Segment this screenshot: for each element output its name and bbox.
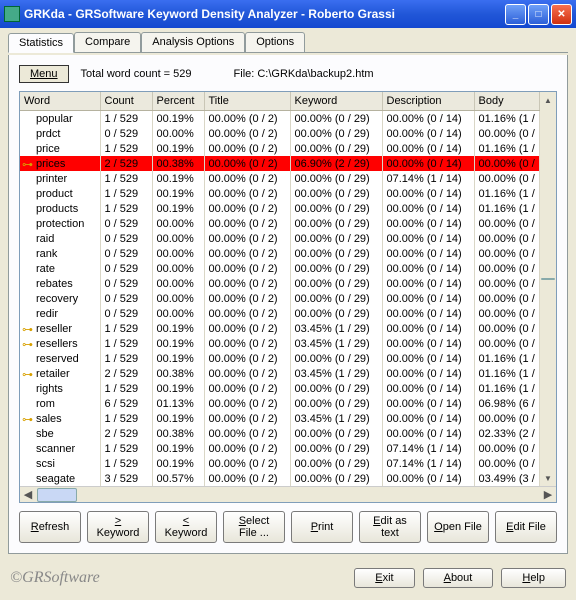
table-row[interactable]: redir0 / 52900.00%00.00% (0 / 2)00.00% (…	[20, 306, 540, 321]
table-row[interactable]: scanner1 / 52900.19%00.00% (0 / 2)00.00%…	[20, 441, 540, 456]
print-button[interactable]: Print	[291, 511, 353, 543]
table-row[interactable]: rank0 / 52900.00%00.00% (0 / 2)00.00% (0…	[20, 246, 540, 261]
table-row[interactable]: rebates0 / 52900.00%00.00% (0 / 2)00.00%…	[20, 276, 540, 291]
-keyword-button[interactable]: > Keyword	[87, 511, 149, 543]
table-row[interactable]: seagate3 / 52900.57%00.00% (0 / 2)00.00%…	[20, 471, 540, 486]
edit-as-text-button[interactable]: Edit as text	[359, 511, 421, 543]
exit-button[interactable]: Exit	[354, 568, 414, 588]
tab-analysis-options[interactable]: Analysis Options	[141, 32, 245, 52]
word-cell: printer	[20, 171, 100, 186]
table-row[interactable]: rom6 / 52901.13%00.00% (0 / 2)00.00% (0 …	[20, 396, 540, 411]
table-row[interactable]: reserved1 / 52900.19%00.00% (0 / 2)00.00…	[20, 351, 540, 366]
open-file-button[interactable]: Open File	[427, 511, 489, 543]
key-icon: ⊶	[22, 338, 33, 351]
table-row[interactable]: printer1 / 52900.19%00.00% (0 / 2)00.00%…	[20, 171, 540, 186]
table-row[interactable]: ⊶reseller1 / 52900.19%00.00% (0 / 2)03.4…	[20, 321, 540, 336]
word-cell: sbe	[20, 426, 100, 441]
word-cell: redir	[20, 306, 100, 321]
word-cell: products	[20, 201, 100, 216]
col-body[interactable]: Body	[474, 92, 540, 111]
tab-compare[interactable]: Compare	[74, 32, 141, 52]
maximize-button[interactable]: □	[528, 4, 549, 25]
word-cell: rom	[20, 396, 100, 411]
word-cell: ⊶resellers	[20, 336, 100, 351]
word-cell: ⊶prices	[20, 156, 100, 171]
table-row[interactable]: ⊶prices2 / 52900.38%00.00% (0 / 2)06.90%…	[20, 156, 540, 171]
word-cell: rebates	[20, 276, 100, 291]
word-cell: rights	[20, 381, 100, 396]
word-cell: ⊶sales	[20, 411, 100, 426]
word-cell: seagate	[20, 471, 100, 486]
table-row[interactable]: scsi1 / 52900.19%00.00% (0 / 2)00.00% (0…	[20, 456, 540, 471]
word-cell: rank	[20, 246, 100, 261]
wordcount-label: Total word count = 529	[81, 68, 192, 80]
word-cell: protection	[20, 216, 100, 231]
word-cell: scsi	[20, 456, 100, 471]
word-cell: rate	[20, 261, 100, 276]
file-label: File: C:\GRKda\backup2.htm	[234, 68, 374, 80]
edit-file-button[interactable]: Edit File	[495, 511, 557, 543]
minimize-button[interactable]: _	[505, 4, 526, 25]
col-description[interactable]: Description	[382, 92, 474, 111]
key-icon: ⊶	[22, 323, 33, 336]
help-button[interactable]: Help	[501, 568, 566, 588]
col-title[interactable]: Title	[204, 92, 290, 111]
word-cell: product	[20, 186, 100, 201]
scroll-down-icon[interactable]: ▼	[540, 470, 556, 486]
table-row[interactable]: ⊶sales1 / 52900.19%00.00% (0 / 2)03.45% …	[20, 411, 540, 426]
table-row[interactable]: products1 / 52900.19%00.00% (0 / 2)00.00…	[20, 201, 540, 216]
word-cell: reserved	[20, 351, 100, 366]
table-row[interactable]: popular1 / 52900.19%00.00% (0 / 2)00.00%…	[20, 111, 540, 127]
horizontal-scrollbar[interactable]: ◀ ▶	[20, 486, 556, 502]
hscroll-thumb[interactable]	[37, 488, 77, 502]
scroll-thumb[interactable]	[541, 278, 555, 280]
word-cell: ⊶retailer	[20, 366, 100, 381]
word-cell: ⊶reseller	[20, 321, 100, 336]
data-table: WordCountPercentTitleKeywordDescriptionB…	[19, 91, 557, 503]
table-row[interactable]: product1 / 52900.19%00.00% (0 / 2)00.00%…	[20, 186, 540, 201]
table-row[interactable]: raid0 / 52900.00%00.00% (0 / 2)00.00% (0…	[20, 231, 540, 246]
window-title: GRKda - GRSoftware Keyword Density Analy…	[24, 7, 395, 21]
table-row[interactable]: sbe2 / 52900.38%00.00% (0 / 2)00.00% (0 …	[20, 426, 540, 441]
word-cell: popular	[20, 111, 100, 127]
word-cell: prdct	[20, 126, 100, 141]
close-button[interactable]: ✕	[551, 4, 572, 25]
titlebar[interactable]: GRKda - GRSoftware Keyword Density Analy…	[0, 0, 576, 28]
about-button[interactable]: About	[423, 568, 494, 588]
tab-options[interactable]: Options	[245, 32, 305, 52]
col-keyword[interactable]: Keyword	[290, 92, 382, 111]
table-row[interactable]: rights1 / 52900.19%00.00% (0 / 2)00.00% …	[20, 381, 540, 396]
col-word[interactable]: Word	[20, 92, 100, 111]
brand-label: ©GRSoftware	[10, 569, 100, 587]
tab-bar: StatisticsCompareAnalysis OptionsOptions	[8, 32, 568, 53]
table-row[interactable]: protection0 / 52900.00%00.00% (0 / 2)00.…	[20, 216, 540, 231]
table-row[interactable]: ⊶retailer2 / 52900.38%00.00% (0 / 2)03.4…	[20, 366, 540, 381]
select-file--button[interactable]: Select File ...	[223, 511, 285, 543]
vertical-scrollbar[interactable]: ▲ ▼	[540, 92, 556, 486]
table-row[interactable]: price1 / 52900.19%00.00% (0 / 2)00.00% (…	[20, 141, 540, 156]
menu-button[interactable]: Menu	[19, 65, 69, 83]
key-icon: ⊶	[22, 158, 33, 171]
key-icon: ⊶	[22, 368, 33, 381]
app-icon	[4, 6, 20, 22]
word-cell: scanner	[20, 441, 100, 456]
word-cell: raid	[20, 231, 100, 246]
scroll-left-icon[interactable]: ◀	[20, 487, 36, 502]
word-cell: recovery	[20, 291, 100, 306]
key-icon: ⊶	[22, 413, 33, 426]
scroll-right-icon[interactable]: ▶	[540, 487, 556, 502]
col-count[interactable]: Count	[100, 92, 152, 111]
-keyword-button[interactable]: < Keyword	[155, 511, 217, 543]
toolbar-buttons: Refresh> Keyword< KeywordSelect File ...…	[19, 511, 557, 543]
word-cell: price	[20, 141, 100, 156]
table-row[interactable]: recovery0 / 52900.00%00.00% (0 / 2)00.00…	[20, 291, 540, 306]
tab-statistics[interactable]: Statistics	[8, 33, 74, 53]
refresh-button[interactable]: Refresh	[19, 511, 81, 543]
scroll-up-icon[interactable]: ▲	[540, 92, 556, 108]
table-row[interactable]: rate0 / 52900.00%00.00% (0 / 2)00.00% (0…	[20, 261, 540, 276]
col-percent[interactable]: Percent	[152, 92, 204, 111]
table-row[interactable]: prdct0 / 52900.00%00.00% (0 / 2)00.00% (…	[20, 126, 540, 141]
table-row[interactable]: ⊶resellers1 / 52900.19%00.00% (0 / 2)03.…	[20, 336, 540, 351]
